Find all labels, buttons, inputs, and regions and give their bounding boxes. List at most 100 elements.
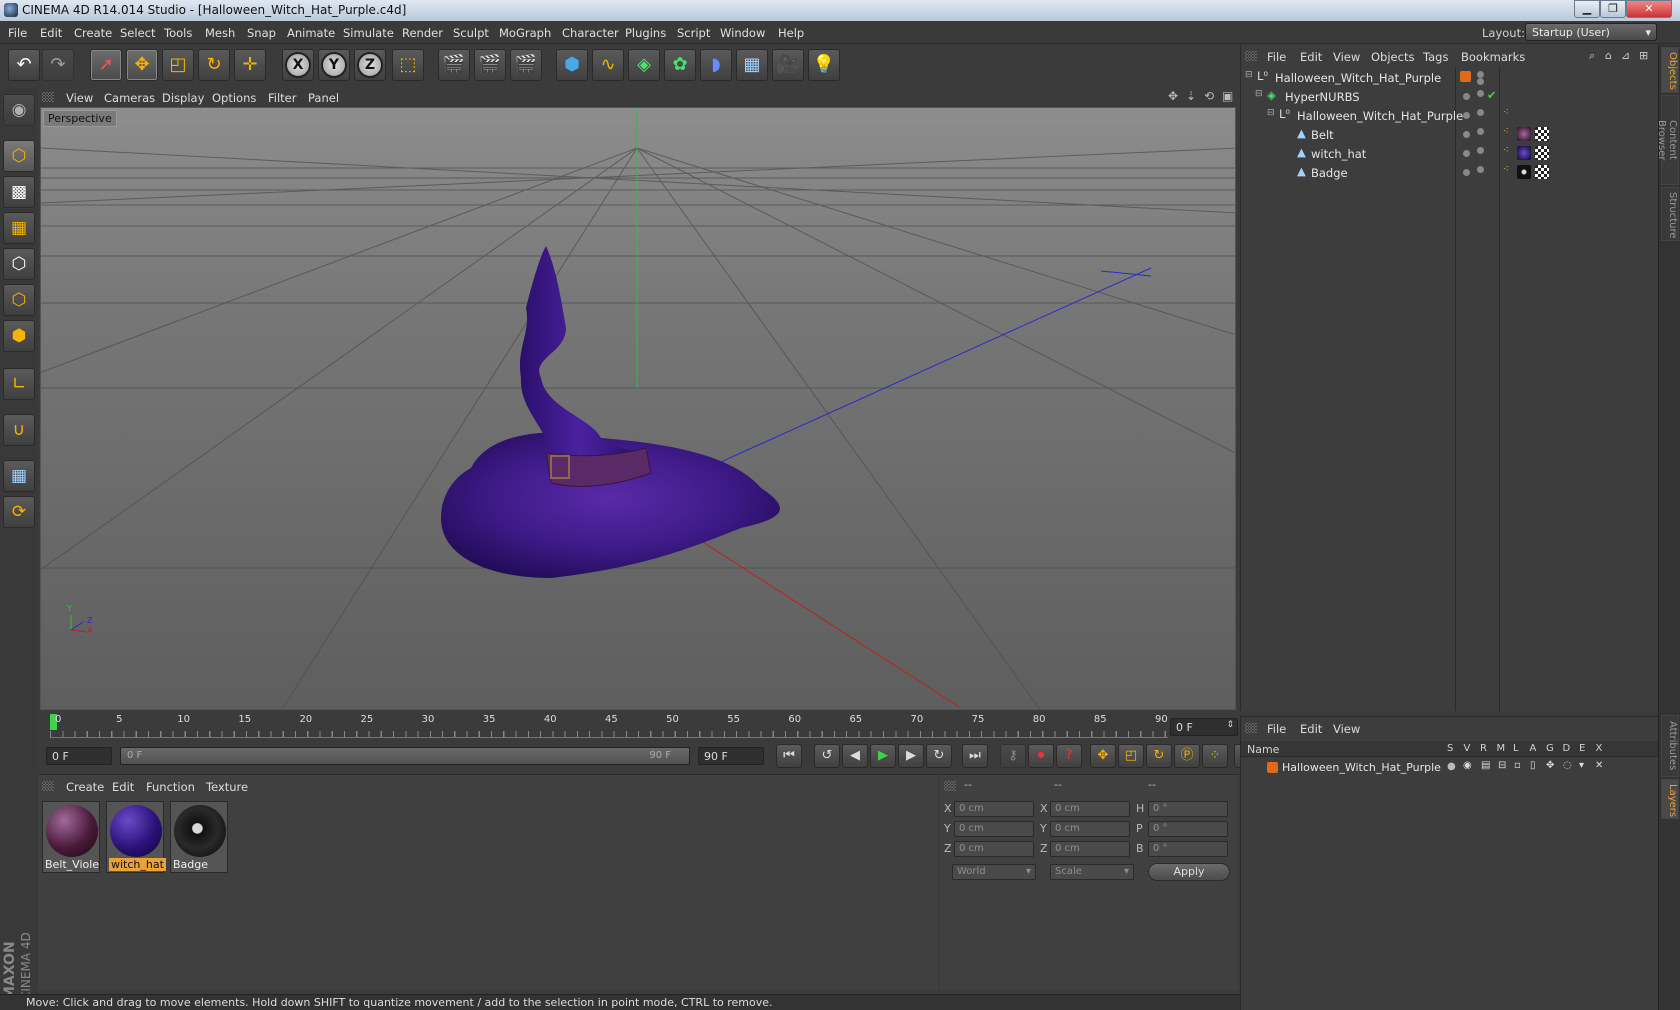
object-row[interactable]: ▲ Belt ⁖	[1241, 125, 1659, 144]
layers-menu-edit[interactable]: Edit	[1300, 722, 1322, 736]
objects-menu-objects[interactable]: Objects	[1371, 50, 1414, 64]
tab-content-browser[interactable]: Content Browser	[1656, 95, 1679, 185]
undo-button[interactable]: ↶	[8, 49, 40, 81]
coordinate-system-button[interactable]: ⬚	[392, 49, 424, 81]
generators-icon[interactable]: ✥	[1546, 760, 1554, 771]
planar-workplane-button[interactable]: ⟳	[3, 496, 35, 528]
menu-animate[interactable]: Animate	[287, 26, 335, 40]
add-array-button[interactable]: ✿	[664, 49, 696, 81]
size-z-field[interactable]: 0 cm	[1050, 841, 1130, 857]
uvw-tag-icon[interactable]	[1535, 165, 1549, 179]
edges-mode-button[interactable]: ⬡	[3, 284, 35, 316]
menu-snap[interactable]: Snap	[247, 26, 276, 40]
menu-edit[interactable]: Edit	[40, 26, 62, 40]
layer-row[interactable]: Halloween_Witch_Hat_Purple ● ◉ ▤ ⊟ ▫ ▯ ✥…	[1241, 758, 1659, 776]
material-tag-witch-hat[interactable]	[1517, 146, 1531, 160]
viewport-rotate-icon[interactable]: ⟲	[1204, 89, 1214, 103]
tab-layers[interactable]: Layers	[1661, 779, 1679, 819]
layer-column-header[interactable]: V	[1464, 743, 1471, 754]
manager-icon[interactable]: ⊟	[1498, 760, 1506, 771]
coordinate-mode-dropdown[interactable]: World ▾	[952, 864, 1036, 880]
menu-window[interactable]: Window	[720, 26, 765, 40]
current-frame-field[interactable]: 0 F ⇕	[1170, 718, 1238, 736]
object-row[interactable]: ▲ Badge ⁖	[1241, 163, 1659, 182]
minimize-button[interactable]: ▁	[1574, 0, 1600, 18]
viewport-menu-options[interactable]: Options	[212, 91, 256, 105]
menu-create[interactable]: Create	[74, 26, 112, 40]
object-row[interactable]: ⊟ L⁰ Halloween_Witch_Hat_Purple ⁖	[1241, 106, 1659, 125]
timeline-ruler[interactable]: 0 5 10 15 20 25 30 35 40 45 50 55 60 65 70 75 80 85 90 0 F…	[38, 712, 1238, 742]
rot-b-field[interactable]: 0 °	[1148, 841, 1228, 857]
add-nurbs-button[interactable]: ◈	[628, 49, 660, 81]
render-visibility-dot[interactable]	[1477, 147, 1484, 154]
phong-tag-icon[interactable]: ⁖	[1503, 107, 1509, 118]
new-view-icon[interactable]: ⊞	[1639, 49, 1648, 62]
start-frame-field[interactable]: 0 F	[46, 747, 112, 765]
xref-icon[interactable]: ✕	[1595, 760, 1603, 771]
objects-menu-tags[interactable]: Tags	[1423, 50, 1448, 64]
tab-structure[interactable]: Structure	[1661, 187, 1679, 241]
transform-mode-dropdown[interactable]: Scale ▾	[1050, 864, 1134, 880]
object-row[interactable]: ⊟ ◈ HyperNURBS ✔	[1241, 87, 1659, 106]
editor-visibility-dot[interactable]	[1463, 150, 1470, 157]
uvw-tag-icon[interactable]	[1535, 146, 1549, 160]
render-settings-button[interactable]: 🎬	[510, 49, 542, 81]
editor-visibility-dot[interactable]	[1463, 112, 1470, 119]
material-menu-function[interactable]: Function	[146, 780, 195, 794]
menu-select[interactable]: Select	[120, 26, 155, 40]
menu-mograph[interactable]: MoGraph	[499, 26, 551, 40]
layer-color-swatch[interactable]	[1460, 71, 1471, 82]
rot-p-field[interactable]: 0 °	[1148, 821, 1228, 837]
preview-range-slider[interactable]: 0 F 90 F	[120, 747, 690, 765]
layer-column-header[interactable]: E	[1579, 743, 1585, 754]
key-parameter-button[interactable]: Ⓟ	[1174, 744, 1200, 768]
layers-icon[interactable]: ⊿	[1621, 49, 1630, 62]
rot-h-field[interactable]: 0 °	[1148, 801, 1228, 817]
viewport-menu-view[interactable]: View	[66, 91, 93, 105]
layer-column-header[interactable]: G	[1546, 743, 1554, 754]
object-row[interactable]: ▲ witch_hat ⁖	[1241, 144, 1659, 163]
x-axis-lock-button[interactable]: X	[282, 49, 314, 81]
menu-mesh[interactable]: Mesh	[205, 26, 235, 40]
layers-menu-view[interactable]: View	[1333, 722, 1360, 736]
next-key-button[interactable]: ↻	[926, 744, 952, 768]
viewport-menu-cameras[interactable]: Cameras	[104, 91, 155, 105]
animation-icon[interactable]: ▯	[1530, 760, 1536, 771]
witch-hat-model[interactable]	[441, 246, 780, 578]
panel-grip-icon[interactable]	[42, 781, 54, 791]
material-swatch-witch-hat[interactable]: witch_hat	[106, 801, 166, 873]
eye-icon[interactable]: ◉	[1463, 760, 1472, 771]
render-visibility-dot[interactable]	[1477, 90, 1484, 97]
go-to-end-button[interactable]: ⏭	[962, 744, 988, 768]
axis-mode-button[interactable]: ∟	[3, 368, 35, 400]
workplane-mode-button[interactable]: ▦	[3, 212, 35, 244]
polygons-mode-button[interactable]: ⬢	[3, 320, 35, 352]
deformers-icon[interactable]: ◌	[1563, 760, 1572, 771]
viewport-zoom-icon[interactable]: ⇣	[1186, 89, 1196, 103]
pos-x-field[interactable]: 0 cm	[954, 801, 1034, 817]
pos-y-field[interactable]: 0 cm	[954, 821, 1034, 837]
end-frame-field[interactable]: 90 F	[698, 747, 764, 765]
previous-key-button[interactable]: ↺	[814, 744, 840, 768]
add-floor-button[interactable]: ▦	[736, 49, 768, 81]
uvw-tag-icon[interactable]	[1535, 127, 1549, 141]
key-rotation-button[interactable]: ↻	[1146, 744, 1172, 768]
editor-visibility-dot[interactable]	[1463, 131, 1470, 138]
menu-plugins[interactable]: Plugins	[625, 26, 666, 40]
menu-file[interactable]: File	[8, 26, 27, 40]
apply-button[interactable]: Apply	[1148, 863, 1230, 881]
objects-menu-file[interactable]: File	[1267, 50, 1286, 64]
render-visibility-dot[interactable]	[1477, 78, 1484, 85]
layer-column-header[interactable]: M	[1497, 743, 1506, 754]
z-axis-lock-button[interactable]: Z	[354, 49, 386, 81]
autokey-button[interactable]: ⏺	[1028, 744, 1054, 768]
add-cube-button[interactable]: ⬢	[556, 49, 588, 81]
collapse-icon[interactable]: ⊟	[1255, 89, 1263, 99]
panel-grip-icon[interactable]	[1245, 51, 1257, 61]
material-tag-belt[interactable]	[1517, 127, 1531, 141]
lock-icon[interactable]: ▫	[1514, 760, 1521, 771]
render-visibility-dot[interactable]	[1477, 109, 1484, 116]
material-swatch-badge[interactable]: Badge	[170, 801, 228, 873]
render-icon[interactable]: ▤	[1481, 760, 1490, 771]
menu-sculpt[interactable]: Sculpt	[453, 26, 489, 40]
